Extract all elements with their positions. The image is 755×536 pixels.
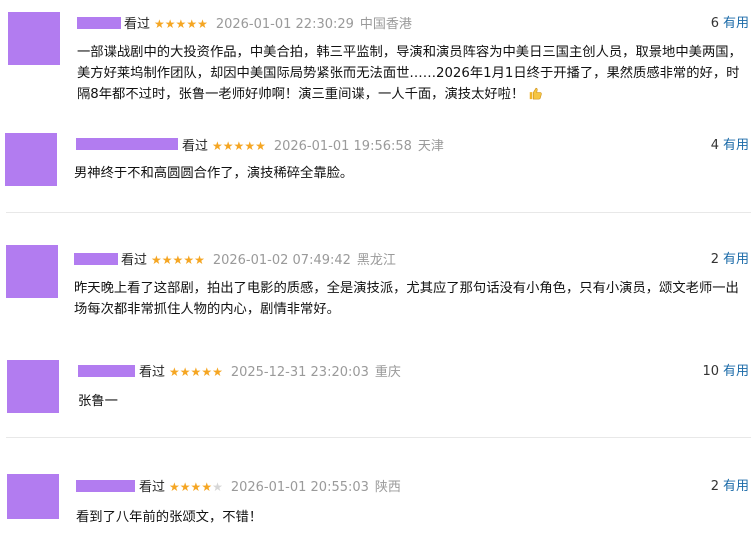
review-content: 看到了八年前的张颂文，不错！	[76, 507, 748, 528]
star-filled-icon: ★	[255, 139, 266, 153]
review-time: 2026-01-02 07:49:42	[212, 253, 351, 268]
star-filled-icon: ★	[172, 253, 184, 267]
review-location: 陕西	[374, 480, 401, 495]
review-text: 男神终于不和高圆圆合作了，演技稀碎全靠脸。	[74, 166, 354, 181]
review-time: 2026-01-01 19:56:58	[273, 139, 412, 154]
review-location: 重庆	[374, 365, 401, 380]
star-filled-icon: ★	[233, 139, 245, 153]
useful-count: 4	[710, 138, 719, 153]
useful-vote[interactable]: 4 有用	[711, 138, 749, 154]
avatar[interactable]	[5, 133, 57, 186]
useful-vote[interactable]: 10 有用	[702, 364, 749, 380]
review-text: 看到了八年前的张颂文，不错！	[76, 510, 263, 525]
star-filled-icon: ★	[197, 17, 208, 31]
star-filled-icon: ★	[190, 365, 202, 379]
review-meta: 看过 ★★★★★ 2026-01-02 07:49:42 黑龙江	[121, 252, 396, 269]
star-empty-icon: ★	[212, 480, 223, 494]
review-content: 昨天晚上看了这部剧，拍出了电影的质感，全是演技派，尤其应了那句话没有小角色，只有…	[74, 278, 748, 320]
watched-status: 看过	[121, 253, 148, 268]
review-text: 昨天晚上看了这部剧，拍出了电影的质感，全是演技派，尤其应了那句话没有小角色，只有…	[74, 281, 739, 317]
username[interactable]	[76, 480, 135, 492]
star-filled-icon: ★	[190, 480, 202, 494]
star-filled-icon: ★	[179, 365, 191, 379]
review-content: 张鲁一	[78, 391, 748, 412]
avatar[interactable]	[7, 474, 59, 519]
review-content: 男神终于不和高圆圆合作了，演技稀碎全靠脸。	[74, 163, 746, 184]
useful-count: 6	[710, 16, 719, 31]
rating-stars: ★★★★★	[169, 480, 223, 494]
divider	[6, 212, 751, 213]
avatar[interactable]	[8, 12, 60, 65]
review-location: 黑龙江	[356, 253, 396, 268]
star-filled-icon: ★	[186, 17, 198, 31]
rating-stars: ★★★★★	[169, 365, 223, 379]
star-filled-icon: ★	[201, 365, 213, 379]
useful-vote[interactable]: 6 有用	[711, 16, 749, 32]
useful-button[interactable]: 有用	[723, 138, 749, 153]
star-filled-icon: ★	[164, 17, 176, 31]
star-filled-icon: ★	[222, 139, 234, 153]
rating-stars: ★★★★★	[212, 139, 266, 153]
star-filled-icon: ★	[175, 17, 187, 31]
avatar[interactable]	[7, 360, 59, 413]
review-location: 天津	[417, 139, 444, 154]
username[interactable]	[77, 17, 121, 29]
review-meta: 看过 ★★★★★ 2026-01-01 19:56:58 天津	[182, 138, 444, 155]
star-filled-icon: ★	[151, 253, 162, 267]
useful-count: 2	[710, 479, 719, 494]
divider	[6, 437, 751, 438]
review-meta: 看过 ★★★★★ 2025-12-31 23:20:03 重庆	[139, 364, 401, 381]
star-filled-icon: ★	[183, 253, 195, 267]
star-filled-icon: ★	[154, 17, 165, 31]
watched-status: 看过	[124, 17, 151, 32]
review-location: 中国香港	[359, 17, 412, 32]
review-meta: 看过 ★★★★★ 2026-01-01 20:55:03 陕西	[139, 479, 401, 496]
useful-vote[interactable]: 2 有用	[711, 252, 749, 268]
useful-button[interactable]: 有用	[723, 252, 749, 267]
useful-button[interactable]: 有用	[723, 479, 749, 494]
star-filled-icon: ★	[194, 253, 205, 267]
review-content: 一部谍战剧中的大投资作品，中美合拍，韩三平监制，导演和演员阵容为中美日三国主创人…	[77, 42, 749, 105]
username[interactable]	[78, 365, 135, 377]
review-time: 2026-01-01 22:30:29	[215, 17, 354, 32]
star-filled-icon: ★	[244, 139, 256, 153]
watched-status: 看过	[182, 139, 209, 154]
comment-feed: 看过 ★★★★★ 2026-01-01 22:30:29 中国香港 6 有用 一部谍战剧…	[0, 0, 755, 536]
star-filled-icon: ★	[169, 365, 180, 379]
useful-count: 10	[702, 364, 719, 379]
useful-count: 2	[710, 252, 719, 267]
username[interactable]	[76, 138, 178, 150]
useful-button[interactable]: 有用	[723, 16, 749, 31]
watched-status: 看过	[139, 365, 166, 380]
useful-button[interactable]: 有用	[723, 364, 749, 379]
star-filled-icon: ★	[212, 139, 223, 153]
star-filled-icon: ★	[179, 480, 191, 494]
rating-stars: ★★★★★	[154, 17, 208, 31]
useful-vote[interactable]: 2 有用	[711, 479, 749, 495]
rating-stars: ★★★★★	[151, 253, 205, 267]
watched-status: 看过	[139, 480, 166, 495]
review-time: 2025-12-31 23:20:03	[230, 365, 369, 380]
review-meta: 看过 ★★★★★ 2026-01-01 22:30:29 中国香港	[124, 16, 412, 33]
star-filled-icon: ★	[201, 480, 213, 494]
star-filled-icon: ★	[212, 365, 223, 379]
star-filled-icon: ★	[169, 480, 180, 494]
username[interactable]	[74, 253, 118, 265]
review-text: 一部谍战剧中的大投资作品，中美合拍，韩三平监制，导演和演员阵容为中美日三国主创人…	[77, 45, 742, 102]
avatar[interactable]	[6, 245, 58, 298]
star-filled-icon: ★	[161, 253, 173, 267]
review-text: 张鲁一	[78, 394, 118, 409]
review-time: 2026-01-01 20:55:03	[230, 480, 369, 495]
thumbs-up-icon	[530, 87, 542, 100]
